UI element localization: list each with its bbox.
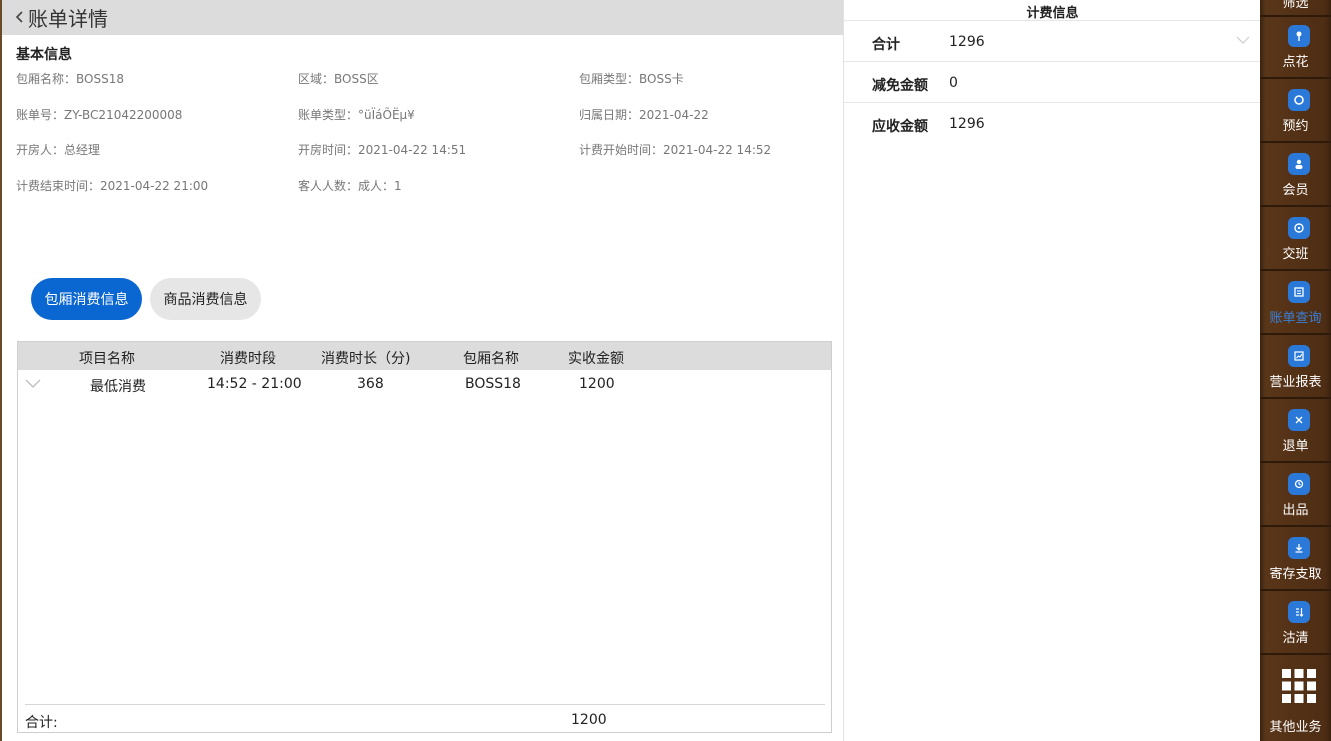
info-guest-count: 客人人数：成人：1 (298, 179, 402, 193)
sidebar-item-refund[interactable]: 退单 (1260, 401, 1331, 463)
sidebar-more-label: 其他业务 (1269, 720, 1322, 735)
row-divider (844, 61, 1261, 62)
col-period: 消费时段 (220, 351, 276, 367)
right-sidebar: 筛选 点花 预约 会员 交班 账单查询 营业报表 退单 出品 寄存支取 沽清 其… (1260, 0, 1331, 741)
fee-value-total: 1296 (949, 34, 985, 50)
storage-icon (1288, 537, 1310, 559)
info-billing-end: 计费结束时间：2021-04-22 21:00 (16, 179, 209, 193)
footer-total-label: 合计: (25, 715, 58, 731)
back-icon[interactable] (12, 9, 28, 25)
shift-icon (1288, 217, 1310, 239)
fee-row-receivable: 应收金额 1296 (844, 104, 1261, 144)
fee-label-receivable: 应收金额 (872, 119, 928, 135)
info-room-name: 包厢名称：BOSS18 (16, 72, 124, 86)
top-bar: 账单详情 (2, 0, 843, 35)
app-root: 账单详情 基本信息 包厢名称：BOSS18 区域：BOSS区 包厢类型：BOSS… (0, 0, 1331, 741)
sidebar-item-bill-query[interactable]: 账单查询 (1260, 273, 1331, 335)
cell-period: 14:52 - 21:00 (207, 376, 302, 392)
col-duration: 消费时长（分) (321, 351, 411, 367)
tab-goods-consumption[interactable]: 商品消费信息 (150, 278, 261, 320)
fee-value-receivable: 1296 (949, 116, 985, 132)
col-item-name: 项目名称 (79, 351, 135, 367)
sidebar-item-storage[interactable]: 寄存支取 (1260, 529, 1331, 591)
page-title: 账单详情 (28, 7, 108, 31)
fee-info-title: 计费信息 (1026, 6, 1079, 21)
sidebar-item-label: 点花 (1282, 55, 1309, 70)
cell-room-name: BOSS18 (465, 376, 521, 392)
consumption-table: 项目名称 消费时段 消费时长（分) 包厢名称 实收金额 最低消费 14:52 -… (17, 341, 832, 733)
sidebar-top-divider-holder (1260, 0, 1331, 17)
tab-room-consumption[interactable]: 包厢消费信息 (31, 278, 142, 320)
grid-icon (1282, 669, 1316, 703)
sidebar-divider (1260, 461, 1331, 463)
bill-query-icon (1288, 281, 1310, 303)
sidebar-divider (1260, 205, 1331, 207)
cell-item-name: 最低消费 (90, 379, 146, 395)
flower-icon (1288, 25, 1310, 47)
info-area: 区域：BOSS区 (298, 72, 379, 86)
col-room-name: 包厢名称 (463, 351, 519, 367)
sidebar-item-label: 账单查询 (1269, 311, 1322, 326)
row-divider (844, 102, 1261, 103)
info-attribution-date: 归属日期：2021-04-22 (579, 108, 709, 122)
sidebar-divider (1260, 269, 1331, 271)
sidebar-divider (1260, 589, 1331, 591)
sidebar-item-label: 营业报表 (1269, 375, 1322, 390)
sidebar-item-flowers[interactable]: 点花 (1260, 17, 1331, 79)
refund-icon (1288, 409, 1310, 431)
cell-amount: 1200 (579, 376, 615, 392)
sidebar-divider (1260, 653, 1331, 655)
fee-row-discount: 减免金额 0 (844, 63, 1261, 103)
sidebar-item-shift[interactable]: 交班 (1260, 209, 1331, 271)
sidebar-item-member[interactable]: 会员 (1260, 145, 1331, 207)
sidebar-divider (1260, 525, 1331, 527)
reserve-icon (1288, 89, 1310, 111)
info-open-time: 开房时间：2021-04-22 14:51 (298, 143, 467, 157)
fee-info-panel: 计费信息 合计 1296 减免金额 0 应收金额 1296 (843, 0, 1261, 741)
cell-duration: 368 (357, 376, 384, 392)
fee-label-discount: 减免金额 (872, 78, 928, 94)
chevron-down-icon[interactable] (24, 378, 42, 390)
sidebar-item-dispatch[interactable]: 出品 (1260, 465, 1331, 527)
sidebar-item-label: 交班 (1282, 247, 1309, 262)
fee-value-discount: 0 (949, 75, 958, 91)
footer-divider (25, 704, 825, 705)
info-bill-type: 账单类型：°üÏáÕËµ¥ (298, 108, 415, 122)
info-opener: 开房人：总经理 (16, 143, 101, 157)
sidebar-item-label: 寄存支取 (1269, 567, 1322, 582)
dispatch-icon (1288, 473, 1310, 495)
chevron-down-icon[interactable] (1236, 36, 1250, 45)
info-room-type: 包厢类型：BOSS卡 (579, 72, 684, 86)
sidebar-item-label: 会员 (1282, 183, 1309, 198)
sidebar-item-label: 出品 (1282, 503, 1309, 518)
report-icon (1288, 345, 1310, 367)
sidebar-item-reserve[interactable]: 预约 (1260, 81, 1331, 143)
footer-total-amount: 1200 (571, 712, 607, 728)
info-billing-start: 计费开始时间：2021-04-22 14:52 (579, 143, 772, 157)
sidebar-item-label: 沽清 (1282, 631, 1309, 646)
member-icon (1288, 153, 1310, 175)
sidebar-divider (1260, 141, 1331, 143)
table-header: 项目名称 消费时段 消费时长（分) 包厢名称 实收金额 (18, 342, 831, 370)
col-amount: 实收金额 (568, 351, 624, 367)
clear-icon (1288, 601, 1310, 623)
sidebar-divider (1260, 397, 1331, 399)
fee-label-total: 合计 (872, 37, 900, 53)
sidebar-item-clear[interactable]: 沽清 (1260, 593, 1331, 655)
fee-row-total[interactable]: 合计 1296 (844, 22, 1261, 62)
basic-info-title: 基本信息 (16, 47, 72, 63)
info-bill-no: 账单号：ZY-BC21042200008 (16, 108, 183, 122)
bill-detail-panel: 账单详情 基本信息 包厢名称：BOSS18 区域：BOSS区 包厢类型：BOSS… (0, 0, 843, 741)
sidebar-divider (1260, 333, 1331, 335)
sidebar-item-label: 预约 (1282, 119, 1309, 134)
sidebar-divider (1260, 77, 1331, 79)
sidebar-item-report[interactable]: 营业报表 (1260, 337, 1331, 399)
fee-title-divider (844, 20, 1261, 21)
sidebar-item-label: 退单 (1282, 439, 1309, 454)
